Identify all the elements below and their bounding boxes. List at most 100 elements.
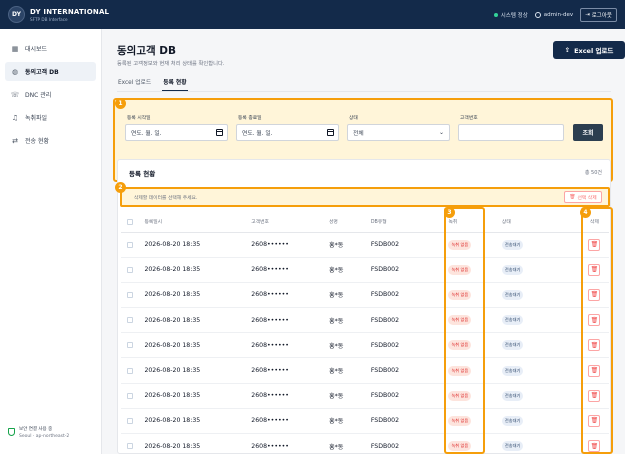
selection-bar: 삭제할 데이터를 선택해 주세요. 🗑 선택 삭제 <box>120 187 610 207</box>
state-badge: 전송대기 <box>501 315 524 326</box>
phone-label: 고객번호 <box>460 116 478 121</box>
cell-db-type: FSDB002 <box>370 433 441 454</box>
state-badge: 전송대기 <box>501 239 524 250</box>
headset-icon: ♫ <box>11 113 19 122</box>
annotation-marker-1: 1 <box>115 98 126 109</box>
sidebar-item-transfer[interactable]: ⇄ 전송 현황 <box>5 131 96 150</box>
col-date: 등록일시 <box>142 212 252 233</box>
end-date-label: 등록 종료일 <box>238 116 262 121</box>
logout-icon: ⇥ <box>585 11 590 18</box>
cell-name: 홍*동 <box>328 232 371 258</box>
app-name: DY INTERNATIONAL <box>30 7 110 16</box>
row-checkbox[interactable] <box>127 443 133 450</box>
annotation-marker-2: 2 <box>115 182 126 193</box>
select-all-checkbox[interactable] <box>127 218 133 225</box>
cell-db-type: FSDB002 <box>370 257 441 283</box>
cell-date: 2026-08-20 18:35 <box>142 257 252 283</box>
selection-hint: 삭제할 데이터를 선택해 주세요. <box>134 196 198 201</box>
sidebar: ▦ 대시보드 ◍ 동의고객 DB ☏ DNC 관리 ♫ 녹취파일 ⇄ 전송 현황… <box>0 29 102 454</box>
logout-button[interactable]: ⇥ 로그아웃 <box>580 7 617 22</box>
table-row: 2026-08-20 18:35 2608•••••• 홍*동 FSDB002 녹취 없… <box>121 232 609 258</box>
cell-date: 2026-08-20 18:35 <box>142 282 252 309</box>
cell-phone: 2608•••••• <box>251 307 329 334</box>
calendar-icon <box>327 129 334 136</box>
tab-registration-status[interactable]: 등록 현황 <box>162 77 188 91</box>
table-row: 2026-08-20 18:35 2608•••••• 홍*동 FSDB002 녹취 없… <box>121 282 609 309</box>
sidebar-item-dashboard[interactable]: ▦ 대시보드 <box>5 39 96 58</box>
cell-name: 홍*동 <box>328 307 371 334</box>
status-label: 상태 <box>349 116 358 121</box>
cell-name: 홍*동 <box>328 282 371 309</box>
app-subtitle: SFTP DB Interface <box>30 16 68 22</box>
cell-date: 2026-08-20 18:35 <box>142 232 252 258</box>
state-badge: 전송대기 <box>501 441 524 452</box>
cell-phone: 2608•••••• <box>251 383 329 409</box>
cell-db-type: FSDB002 <box>370 282 441 309</box>
cell-phone: 2608•••••• <box>251 232 329 258</box>
cell-phone: 2608•••••• <box>251 282 329 309</box>
app-logo: DY <box>8 6 25 23</box>
tab-excel-upload[interactable]: Excel 업로드 <box>117 77 152 91</box>
sidebar-item-consent-db[interactable]: ◍ 동의고객 DB <box>5 62 96 81</box>
user-menu[interactable]: admin-dev <box>534 11 573 18</box>
row-checkbox[interactable] <box>127 291 133 298</box>
sidebar-item-dnc[interactable]: ☏ DNC 관리 <box>5 85 96 104</box>
status-select[interactable]: 전체 ⌄ <box>347 124 450 141</box>
delete-selected-button[interactable]: 🗑 선택 삭제 <box>564 191 602 203</box>
table-row: 2026-08-20 18:35 2608•••••• 홍*동 FSDB002 녹취 없… <box>121 383 609 409</box>
sidebar-item-label: 녹취파일 <box>25 115 48 122</box>
col-db-type: DB유형 <box>370 212 441 233</box>
cell-db-type: FSDB002 <box>370 332 441 359</box>
excel-upload-button[interactable]: ⇪ Excel 업로드 <box>553 41 625 59</box>
cell-db-type: FSDB002 <box>370 357 441 384</box>
sidebar-item-label: DNC 관리 <box>25 92 52 99</box>
registration-table-card: 등록 현황 총 50건 삭제할 데이터를 선택해 주세요. 🗑 선택 삭제 등록… <box>117 159 611 454</box>
phone-input[interactable] <box>458 124 564 141</box>
table-row: 2026-08-20 18:35 2608•••••• 홍*동 FSDB002 녹취 없… <box>121 257 609 283</box>
state-badge: 전송대기 <box>501 264 524 275</box>
table-title: 등록 현황 <box>129 170 156 178</box>
cell-phone: 2608•••••• <box>251 357 329 384</box>
row-checkbox[interactable] <box>127 241 133 248</box>
user-icon <box>534 11 541 18</box>
table-row: 2026-08-20 18:35 2608•••••• 홍*동 FSDB002 녹취 없… <box>121 307 609 334</box>
tab-bar: Excel 업로드 등록 현황 <box>117 77 611 92</box>
state-badge: 전송대기 <box>501 390 524 401</box>
cell-name: 홍*동 <box>328 408 371 435</box>
row-checkbox[interactable] <box>127 417 133 424</box>
trash-icon: 🗑 <box>569 194 576 200</box>
table-header-row: 등록일시 고객번호 성명 DB유형 녹취 상태 삭제 <box>121 212 609 233</box>
row-checkbox[interactable] <box>127 266 133 273</box>
cell-phone: 2608•••••• <box>251 433 329 454</box>
cell-phone: 2608•••••• <box>251 408 329 435</box>
row-checkbox[interactable] <box>127 367 133 374</box>
sidebar-item-recordings[interactable]: ♫ 녹취파일 <box>5 108 96 127</box>
cell-date: 2026-08-20 18:35 <box>142 332 252 359</box>
cell-date: 2026-08-20 18:35 <box>142 307 252 334</box>
cell-name: 홍*동 <box>328 257 371 283</box>
excel-upload-label: Excel 업로드 <box>574 47 614 55</box>
start-date-label: 등록 시작일 <box>127 116 151 121</box>
registration-table: 등록일시 고객번호 성명 DB유형 녹취 상태 삭제 2026-08-20 18… <box>121 212 609 454</box>
calendar-icon <box>216 129 223 136</box>
record-count: 총 50건 <box>584 170 602 176</box>
search-button[interactable]: 조회 <box>573 124 603 141</box>
status-dot-icon <box>493 12 498 17</box>
cell-date: 2026-08-20 18:35 <box>142 408 252 435</box>
top-bar: DY DY INTERNATIONAL SFTP DB Interface 시스… <box>0 0 625 29</box>
cell-phone: 2608•••••• <box>251 257 329 283</box>
shield-icon <box>8 428 15 437</box>
page-description: 등록된 고객정보와 현재 처리 상태를 확인합니다. <box>117 61 225 67</box>
start-date-input[interactable]: 연도. 월. 일. <box>125 124 228 141</box>
region-label: Seoul · ap-northeast-2 <box>19 433 70 439</box>
row-checkbox[interactable] <box>127 342 133 349</box>
cell-name: 홍*동 <box>328 357 371 384</box>
main-content: 동의고객 DB 등록된 고객정보와 현재 처리 상태를 확인합니다. ⇪ Exc… <box>103 29 625 454</box>
row-checkbox[interactable] <box>127 317 133 324</box>
logout-label: 로그아웃 <box>591 12 612 19</box>
row-checkbox[interactable] <box>127 392 133 399</box>
end-date-input[interactable]: 연도. 월. 일. <box>236 124 339 141</box>
call-off-icon: ☏ <box>10 90 20 99</box>
system-status: 시스템 정상 <box>493 11 528 19</box>
sidebar-item-label: 동의고객 DB <box>25 69 59 76</box>
